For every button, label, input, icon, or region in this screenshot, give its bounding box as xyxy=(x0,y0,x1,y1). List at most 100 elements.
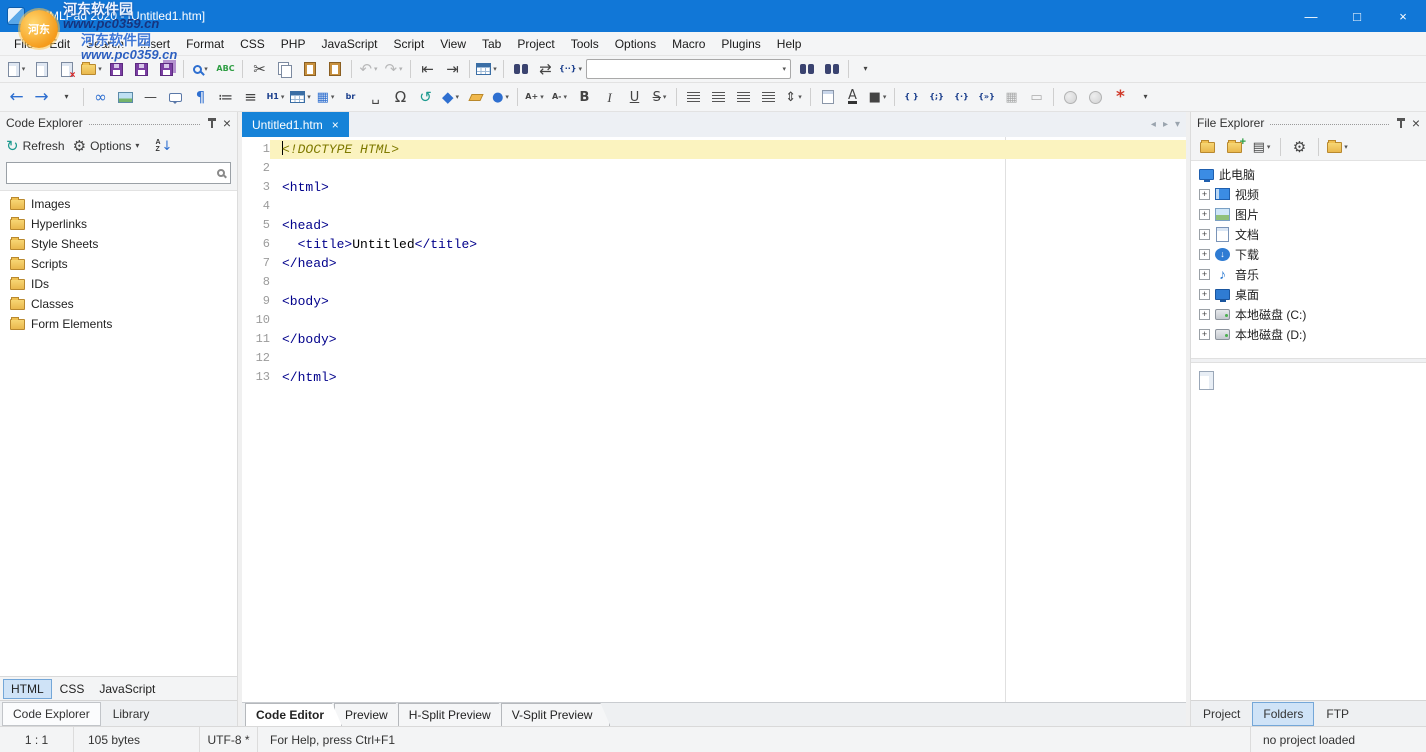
save-button[interactable] xyxy=(105,58,128,80)
ordered-list-button[interactable]: ≡ xyxy=(239,86,262,108)
align-left-button[interactable] xyxy=(682,86,705,108)
expand-icon[interactable]: + xyxy=(1199,329,1210,340)
insert-form-button[interactable]: ▦▾ xyxy=(314,86,337,108)
align-right-button[interactable] xyxy=(732,86,755,108)
menu-insert[interactable]: Insert xyxy=(132,32,178,56)
code-line[interactable]: 11</body> xyxy=(242,330,1186,349)
close-panel-icon[interactable]: × xyxy=(223,117,231,129)
page-properties-button[interactable] xyxy=(816,86,839,108)
toolbar2-options-button[interactable]: ▾ xyxy=(1134,86,1157,108)
cut-button[interactable]: ✂ xyxy=(248,58,271,80)
code-line[interactable]: 10 xyxy=(242,311,1186,330)
compress-css-button[interactable]: {;} xyxy=(925,86,948,108)
new-document-button[interactable]: ▾ xyxy=(5,58,28,80)
increase-indent-button[interactable]: ⇥ xyxy=(441,58,464,80)
view-mode-button[interactable]: ▤▾ xyxy=(1250,136,1273,158)
menu-format[interactable]: Format xyxy=(178,32,232,56)
code-explorer-item[interactable]: Classes xyxy=(0,294,237,314)
code-line[interactable]: 8 xyxy=(242,273,1186,292)
italic-button[interactable]: I xyxy=(598,86,621,108)
save-as-button[interactable] xyxy=(130,58,153,80)
refresh-button[interactable]: Refresh xyxy=(23,139,65,153)
dock-tab-project[interactable]: Project xyxy=(1193,703,1250,725)
file-tree-item[interactable]: 此电脑 xyxy=(1191,164,1426,184)
format-eraser-button[interactable] xyxy=(464,86,487,108)
pin-icon[interactable] xyxy=(1395,118,1406,129)
menu-view[interactable]: View xyxy=(432,32,474,56)
expand-icon[interactable]: + xyxy=(1199,309,1210,320)
preview-browser-2-button[interactable] xyxy=(1084,86,1107,108)
close-panel-icon[interactable]: × xyxy=(1412,117,1420,129)
scroll-tabs-right-icon[interactable]: ▸ xyxy=(1163,119,1168,130)
expand-icon[interactable]: + xyxy=(1199,189,1210,200)
tab-list-icon[interactable]: ▾ xyxy=(1175,119,1180,130)
expand-icon[interactable]: + xyxy=(1199,289,1210,300)
menu-javascript[interactable]: JavaScript xyxy=(313,32,385,56)
menu-options[interactable]: Options xyxy=(607,32,664,56)
decrease-indent-button[interactable]: ⇤ xyxy=(416,58,439,80)
menu-macro[interactable]: Macro xyxy=(664,32,713,56)
shrink-font-button[interactable]: A-▾ xyxy=(548,86,571,108)
insert-image-button[interactable] xyxy=(114,86,137,108)
bold-button[interactable]: B xyxy=(573,86,596,108)
expand-css-button[interactable]: {·} xyxy=(950,86,973,108)
dock-tab-library[interactable]: Library xyxy=(103,703,160,725)
favorites-button[interactable]: ▾ xyxy=(1326,136,1349,158)
options-dropdown-icon[interactable]: ▾ xyxy=(135,142,139,150)
view-tab-h-split-preview[interactable]: H-Split Preview xyxy=(398,703,509,726)
code-explorer-item[interactable]: Scripts xyxy=(0,254,237,274)
special-characters-button[interactable]: Ω xyxy=(389,86,412,108)
expand-icon[interactable]: + xyxy=(1199,209,1210,220)
menu-edit[interactable]: Edit xyxy=(41,32,78,56)
menu-css[interactable]: CSS xyxy=(232,32,273,56)
underline-button[interactable]: U xyxy=(623,86,646,108)
tidy-html-button[interactable]: ↺ xyxy=(414,86,437,108)
dock-tab-code-explorer[interactable]: Code Explorer xyxy=(2,702,101,726)
new-folder-button[interactable] xyxy=(1223,136,1246,158)
menu-project[interactable]: Project xyxy=(509,32,562,56)
forward-button[interactable]: → xyxy=(30,86,53,108)
search-results-button[interactable] xyxy=(820,58,843,80)
line-break-button[interactable]: br xyxy=(339,86,362,108)
document-tab[interactable]: Untitled1.htm × xyxy=(242,112,349,137)
heading-button[interactable]: H1▾ xyxy=(264,86,287,108)
menu-script[interactable]: Script xyxy=(386,32,433,56)
history-dropdown-button[interactable]: ▾ xyxy=(55,86,78,108)
toolbar-options-button[interactable]: ▾ xyxy=(854,58,877,80)
find-next-button[interactable] xyxy=(795,58,818,80)
insert-comment-button[interactable] xyxy=(164,86,187,108)
frameset-button[interactable]: ▦ xyxy=(1000,86,1023,108)
view-tab-code-editor[interactable]: Code Editor xyxy=(245,703,342,726)
nbsp-button[interactable]: ␣ xyxy=(364,86,387,108)
close-button[interactable]: × xyxy=(1380,0,1426,32)
file-tree-item[interactable]: +本地磁盘 (C:) xyxy=(1191,304,1426,324)
file-tree-item[interactable]: +视频 xyxy=(1191,184,1426,204)
lang-tab-html[interactable]: HTML xyxy=(3,679,52,699)
code-snippets-button[interactable]: {··}▾ xyxy=(559,58,582,80)
back-button[interactable]: ← xyxy=(5,86,28,108)
iframe-button[interactable]: ▭ xyxy=(1025,86,1048,108)
lang-tab-css[interactable]: CSS xyxy=(53,680,92,698)
color-picker-button[interactable]: ◆▾ xyxy=(439,86,462,108)
code-line[interactable]: 3<html> xyxy=(242,178,1186,197)
sort-button[interactable]: ↓ xyxy=(155,139,172,153)
expand-icon[interactable]: + xyxy=(1199,249,1210,260)
menu-help[interactable]: Help xyxy=(769,32,810,56)
code-explorer-search-input[interactable] xyxy=(12,166,217,180)
new-from-template-button[interactable] xyxy=(30,58,53,80)
menu-tools[interactable]: Tools xyxy=(563,32,607,56)
spell-check-button[interactable]: ABC xyxy=(214,58,237,80)
file-tree-item[interactable]: +音乐 xyxy=(1191,264,1426,284)
code-line[interactable]: 4 xyxy=(242,197,1186,216)
maximize-button[interactable]: □ xyxy=(1334,0,1380,32)
code-explorer-item[interactable]: Images xyxy=(0,194,237,214)
menu-file[interactable]: File xyxy=(6,32,41,56)
file-tree-item[interactable]: +图片 xyxy=(1191,204,1426,224)
code-explorer-item[interactable]: IDs xyxy=(0,274,237,294)
code-editor[interactable]: 1<!DOCTYPE HTML>23<html>45<head>6 <title… xyxy=(242,137,1186,702)
menu-search[interactable]: Search xyxy=(78,32,132,56)
minimize-button[interactable]: — xyxy=(1288,0,1334,32)
redo-button[interactable]: ↷▾ xyxy=(382,58,405,80)
fill-color-button[interactable]: ●▾ xyxy=(489,86,512,108)
code-line[interactable]: 1<!DOCTYPE HTML> xyxy=(242,140,1186,159)
